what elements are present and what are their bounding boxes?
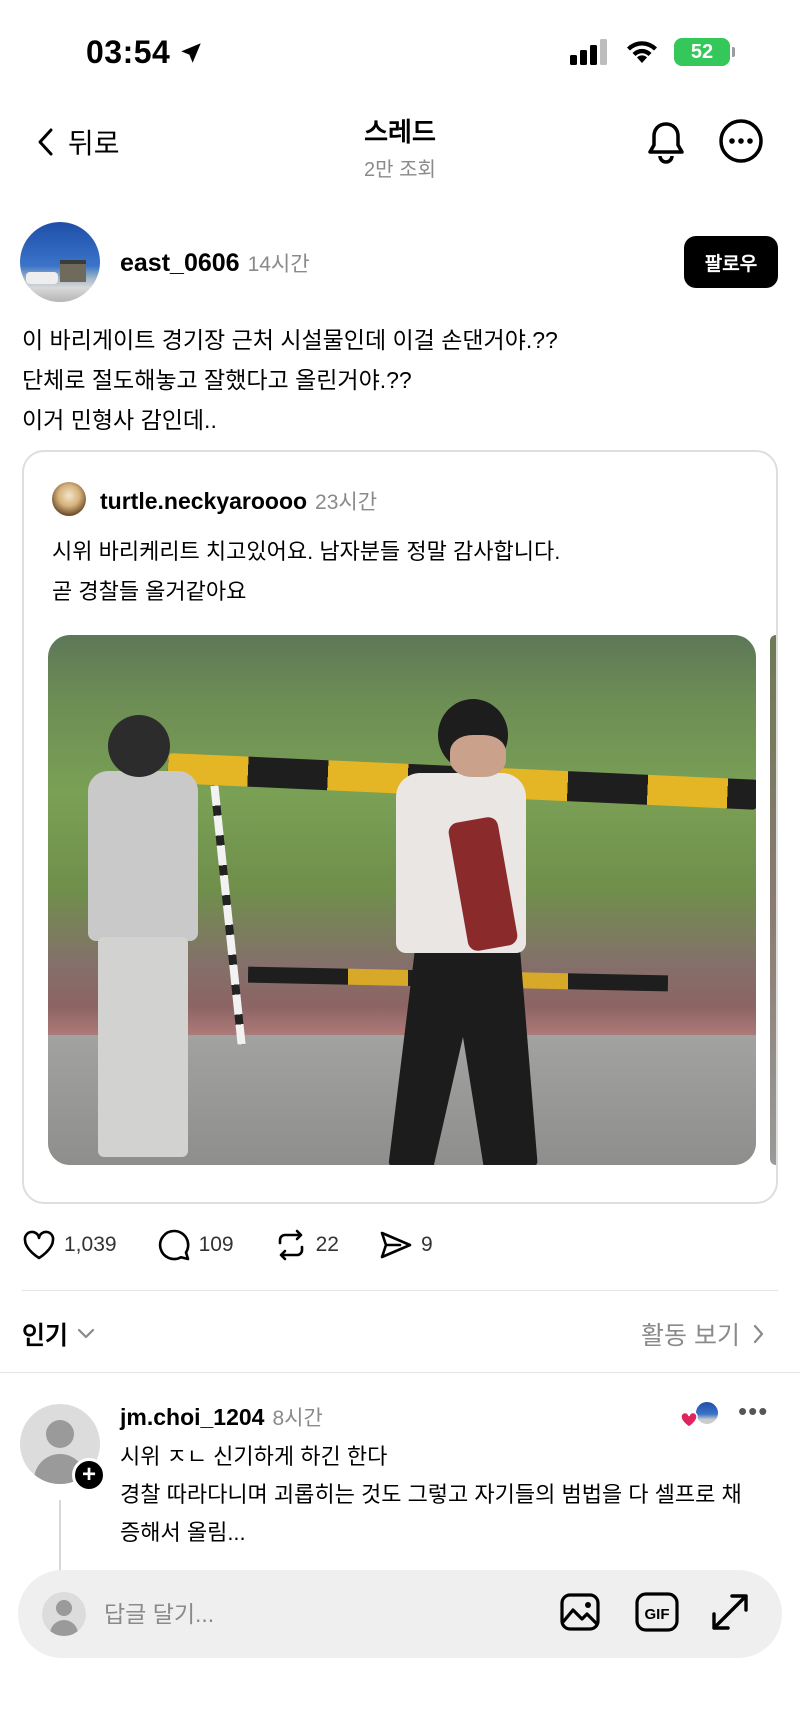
post-line: 이거 민형사 감인데.. xyxy=(22,407,217,433)
photo-striped-pole xyxy=(210,785,246,1045)
author-username[interactable]: east_0606 xyxy=(120,249,240,278)
send-icon xyxy=(380,1231,412,1259)
chevron-down-icon xyxy=(77,1328,95,1339)
thread-line xyxy=(59,1500,61,1580)
post-line: 이 바리게이트 경기장 근처 시설물인데 이걸 손댄거야.?? xyxy=(22,327,558,353)
comment-line: 증해서 올림... xyxy=(120,1520,246,1545)
clock-text: 03:54 xyxy=(86,34,171,70)
clock: 03:54 xyxy=(86,34,204,71)
comment-line: 경찰 따라다니며 괴롭히는 것도 그렇고 자기들의 범법을 다 셀프로 채 xyxy=(120,1482,742,1507)
quoted-author-row: turtle.neckyaroooo 23시간 xyxy=(100,486,377,516)
commenter-row: jm.choi_1204 8시간 xyxy=(120,1402,323,1432)
post-line: 단체로 절도해놓고 잘했다고 올린거야.?? xyxy=(22,367,412,393)
quoted-author-username[interactable]: turtle.neckyaroooo xyxy=(100,488,307,515)
person-right-face xyxy=(450,735,506,777)
like-count: 1,039 xyxy=(64,1233,117,1256)
chevron-right-icon xyxy=(753,1324,764,1344)
image-icon xyxy=(560,1593,600,1631)
quoted-post-line: 곧 경찰들 올거같아요 xyxy=(52,579,247,604)
default-avatar-head xyxy=(56,1600,72,1616)
more-circle-icon xyxy=(719,119,763,163)
comment-count: 109 xyxy=(198,1233,234,1256)
speech-bubble-icon xyxy=(158,1229,189,1261)
repost-icon xyxy=(278,1229,303,1261)
bell-icon xyxy=(648,122,684,164)
reply-bar: GIF xyxy=(18,1570,782,1658)
quoted-author-avatar[interactable] xyxy=(52,482,86,516)
view-activity-label: 활동 보기 xyxy=(641,1322,740,1350)
heart-icon xyxy=(23,1230,55,1260)
person-right-legs xyxy=(388,949,538,1165)
heart-filled-icon xyxy=(680,1412,698,1428)
like-button[interactable]: 1,039 xyxy=(22,1229,117,1261)
default-avatar-head xyxy=(46,1420,74,1448)
expand-arrows-icon xyxy=(712,1594,748,1630)
divider xyxy=(22,1290,778,1291)
photo-person-right xyxy=(388,699,538,1165)
location-arrow-icon xyxy=(181,42,202,63)
quoted-post-line: 시위 바리케리트 치고있어요. 남자분들 정말 감사합니다. xyxy=(52,539,561,564)
post-actions: 1,039 109 22 9 xyxy=(22,1228,473,1262)
photo-person-left xyxy=(88,715,198,1157)
status-icons: 52 xyxy=(570,38,735,66)
svg-text:GIF: GIF xyxy=(645,1606,670,1623)
nav-bar: 뒤로 스레드 2만 조회 xyxy=(0,100,800,190)
quoted-post-time: 23시간 xyxy=(315,491,378,514)
attach-gif-button[interactable]: GIF xyxy=(634,1590,680,1639)
attach-image-button[interactable] xyxy=(558,1590,602,1639)
sort-dropdown[interactable]: 인기 xyxy=(22,1316,96,1352)
comment-time: 8시간 xyxy=(272,1407,323,1430)
share-count: 9 xyxy=(420,1233,433,1256)
person-left-head xyxy=(108,715,170,777)
replies-sort-row: 인기 활동 보기 xyxy=(22,1312,778,1352)
follow-button[interactable]: 팔로우 xyxy=(684,236,778,288)
follow-plus-badge[interactable]: + xyxy=(72,1458,106,1492)
post-photo[interactable] xyxy=(48,635,756,1165)
next-photo-peek[interactable] xyxy=(770,635,776,1165)
default-avatar-body xyxy=(50,1620,78,1636)
quoted-post-card[interactable]: turtle.neckyaroooo 23시간 시위 바리케리트 치고있어요. … xyxy=(22,450,778,1204)
battery-level: 52 xyxy=(690,40,714,63)
repost-count: 22 xyxy=(315,1233,339,1256)
comment-line: 시위 ㅈㄴ 신기하게 하긴 한다 xyxy=(120,1444,388,1469)
quoted-post-body: 시위 바리케리트 치고있어요. 남자분들 정말 감사합니다. 곧 경찰들 올거같… xyxy=(52,532,752,612)
author-row: east_0606 14시간 xyxy=(120,248,310,278)
reply-input[interactable] xyxy=(104,1596,484,1632)
sort-label: 인기 xyxy=(22,1322,69,1350)
wifi-icon xyxy=(627,41,657,63)
more-options-button[interactable] xyxy=(718,118,764,169)
comment-body: 시위 ㅈㄴ 신기하게 하긴 한다 경찰 따라다니며 괴롭히는 것도 그렇고 자기… xyxy=(120,1438,780,1552)
commenter-username[interactable]: jm.choi_1204 xyxy=(120,1404,264,1431)
repost-button[interactable]: 22 xyxy=(274,1229,339,1261)
avatar-gate-shape xyxy=(60,260,86,282)
comment-button[interactable]: 109 xyxy=(157,1228,234,1262)
expand-composer-button[interactable] xyxy=(708,1590,752,1639)
post-body: 이 바리게이트 경기장 근처 시설물인데 이걸 손댄거야.?? 단체로 절도해놓… xyxy=(22,320,782,440)
person-left-torso xyxy=(88,771,198,941)
gif-icon: GIF xyxy=(635,1592,679,1632)
status-bar: 03:54 52 xyxy=(0,0,800,100)
view-activity-link[interactable]: 활동 보기 xyxy=(641,1316,764,1352)
battery-indicator: 52 xyxy=(674,38,735,66)
author-avatar[interactable] xyxy=(20,222,100,302)
notification-button[interactable] xyxy=(644,118,688,171)
cellular-signal-icon xyxy=(570,39,607,65)
share-button[interactable]: 9 xyxy=(379,1229,433,1261)
comment-more-button[interactable]: ••• xyxy=(738,1396,768,1427)
divider xyxy=(0,1372,800,1373)
avatar-car-shape xyxy=(26,272,58,284)
post-time: 14시간 xyxy=(247,253,310,276)
my-avatar xyxy=(42,1592,86,1636)
person-left-legs xyxy=(98,937,188,1157)
